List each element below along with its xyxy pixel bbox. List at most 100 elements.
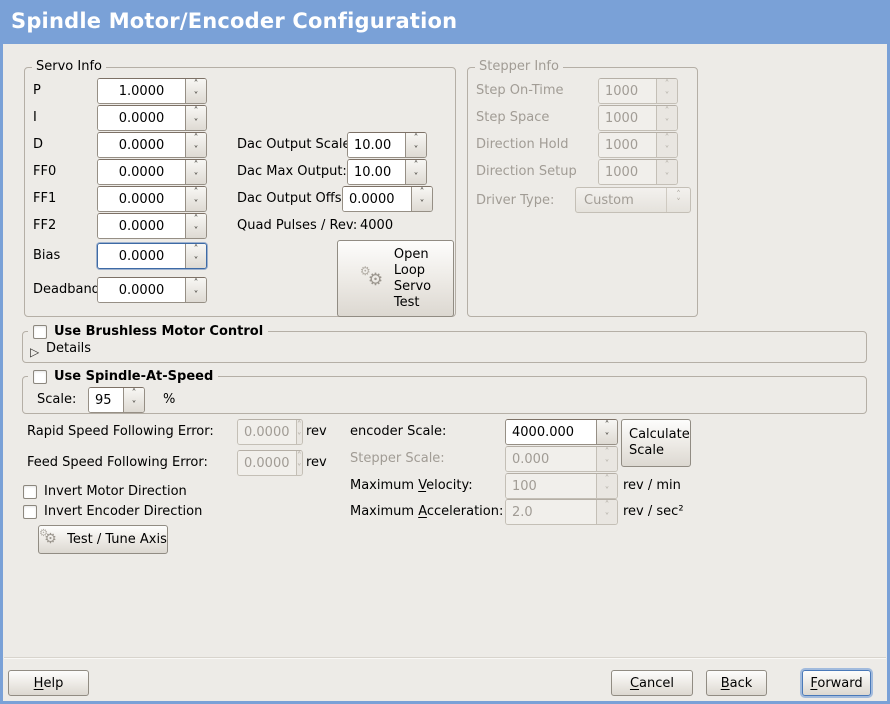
encoder-scale-input[interactable]: 4000.000 (506, 420, 596, 444)
servo-info-frame-label: Servo Info (32, 59, 106, 75)
ff2-spinbox[interactable]: 0.0000 ˄˅ (97, 213, 207, 239)
gears-icon: ⚙ ⚙ (360, 264, 390, 294)
spin-up-icon[interactable]: ˄ (186, 160, 206, 172)
details-expander[interactable]: Details (46, 339, 91, 359)
dac-max-output-input[interactable]: 10.00 (348, 160, 405, 184)
dac-max-output-spinbox[interactable]: 10.00 ˄˅ (347, 159, 427, 185)
at-speed-scale-input[interactable]: 95 (89, 388, 123, 412)
direction-setup-spinbox: 1000 ˄˅ (598, 159, 678, 185)
ff1-input[interactable]: 0.0000 (98, 187, 185, 211)
spin-up-icon[interactable]: ˄ (186, 79, 206, 91)
spin-up-icon[interactable]: ˄ (186, 244, 206, 256)
ff1-spinbox[interactable]: 0.0000 ˄˅ (97, 186, 207, 212)
back-button[interactable]: Back (706, 670, 767, 696)
p-input[interactable]: 1.0000 (98, 79, 185, 103)
spin-up-icon[interactable]: ˄ (412, 187, 432, 199)
maximum-acceleration-spinbox: 2.0 ˄˅ (505, 499, 618, 525)
ff0-input[interactable]: 0.0000 (98, 160, 185, 184)
spin-down-icon[interactable]: ˅ (186, 256, 206, 268)
stepper-scale-input: 0.000 (506, 447, 596, 471)
p-spinbox[interactable]: 1.0000 ˄˅ (97, 78, 207, 104)
spin-down-icon[interactable]: ˅ (412, 199, 432, 211)
d-spin-arrows: ˄˅ (185, 133, 206, 157)
maximum-acceleration-input: 2.0 (506, 500, 596, 524)
spin-down-icon[interactable]: ˅ (186, 118, 206, 130)
dac-output-offset-label: Dac Output Offset: (237, 186, 359, 212)
spin-up-icon[interactable]: ˄ (186, 214, 206, 226)
spindle-at-speed-frame-header: Use Spindle-At-Speed (28, 368, 218, 385)
ff1-spin-arrows: ˄˅ (185, 187, 206, 211)
help-button[interactable]: Help (8, 670, 89, 696)
ff0-spinbox[interactable]: 0.0000 ˄˅ (97, 159, 207, 185)
spin-down-icon[interactable]: ˅ (406, 145, 426, 157)
bias-spinbox[interactable]: 0.0000 ˄˅ (97, 243, 207, 269)
forward-button-label: Forward (810, 676, 862, 691)
step-on-time-input: 1000 (599, 79, 656, 103)
maximum-velocity-spinbox: 100 ˄˅ (505, 473, 618, 499)
rapid-following-error-input: 0.0000 (238, 420, 296, 444)
spin-up-icon: ˄ (297, 451, 303, 463)
spin-up-icon[interactable]: ˄ (406, 160, 426, 172)
bias-label: Bias (33, 243, 60, 269)
forward-button[interactable]: Forward (802, 670, 871, 696)
driver-type-select: Custom ˄˅ (575, 187, 691, 213)
d-spinbox[interactable]: 0.0000 ˄˅ (97, 132, 207, 158)
spindle-at-speed-frame: Use Spindle-At-Speed (22, 376, 867, 414)
dac-output-scale-input[interactable]: 10.00 (348, 133, 405, 157)
test-tune-axis-label: Test / Tune Axis (67, 532, 167, 547)
ff2-label: FF2 (33, 213, 56, 239)
invert-motor-direction-checkbox[interactable] (23, 485, 37, 499)
use-spindle-at-speed-checkbox[interactable] (33, 370, 47, 384)
back-button-label: Back (721, 676, 753, 691)
spin-down-icon[interactable]: ˅ (186, 290, 206, 302)
encoder-scale-spinbox[interactable]: 4000.000 ˄˅ (505, 419, 618, 445)
invert-encoder-direction-checkbox[interactable] (23, 505, 37, 519)
spin-up-icon[interactable]: ˄ (597, 420, 617, 432)
calculate-scale-button[interactable]: Calculate Scale (621, 419, 691, 467)
acceleration-unit-label: rev / sec² (623, 499, 684, 525)
spin-up-icon[interactable]: ˄ (186, 133, 206, 145)
ff1-label: FF1 (33, 186, 56, 212)
dac-output-offset-input[interactable]: 0.0000 (343, 187, 411, 211)
dac-output-scale-spinbox[interactable]: 10.00 ˄˅ (347, 132, 427, 158)
test-tune-axis-button[interactable]: ⚙ ⚙ Test / Tune Axis (38, 525, 168, 554)
direction-setup-input: 1000 (599, 160, 656, 184)
spin-down-icon[interactable]: ˅ (186, 145, 206, 157)
spin-down-icon[interactable]: ˅ (186, 199, 206, 211)
i-input[interactable]: 0.0000 (98, 106, 185, 130)
brushless-frame: Use Brushless Motor Control (22, 331, 867, 363)
spin-up-icon[interactable]: ˄ (186, 278, 206, 290)
page-header: Spindle Motor/Encoder Configuration (0, 0, 890, 44)
spin-up-icon[interactable]: ˄ (186, 187, 206, 199)
deadband-input[interactable]: 0.0000 (98, 278, 185, 302)
spin-down-icon[interactable]: ˅ (406, 172, 426, 184)
deadband-spinbox[interactable]: 0.0000 ˄˅ (97, 277, 207, 303)
ff2-input[interactable]: 0.0000 (98, 214, 185, 238)
spin-up-icon[interactable]: ˄ (186, 106, 206, 118)
rapid-unit-label: rev (306, 419, 327, 445)
at-speed-scale-spinbox[interactable]: 95 ˄˅ (88, 387, 145, 413)
d-input[interactable]: 0.0000 (98, 133, 185, 157)
spin-down-icon: ˅ (597, 486, 617, 498)
open-loop-servo-test-button[interactable]: ⚙ ⚙ Open Loop Servo Test (337, 240, 454, 317)
combo-arrows-icon: ˄˅ (666, 188, 690, 212)
use-brushless-checkbox[interactable] (33, 325, 47, 339)
spin-up-icon[interactable]: ˄ (124, 388, 144, 400)
spin-down-icon[interactable]: ˅ (186, 226, 206, 238)
step-space-input: 1000 (599, 106, 656, 130)
cancel-button[interactable]: Cancel (611, 670, 693, 696)
i-spinbox[interactable]: 0.0000 ˄˅ (97, 105, 207, 131)
direction-hold-input: 1000 (599, 133, 656, 157)
feed-following-error-spinbox: 0.0000 ˄˅ (237, 450, 303, 476)
dac-max-output-label: Dac Max Output: (237, 159, 347, 185)
spin-down-icon[interactable]: ˅ (186, 91, 206, 103)
spin-up-icon[interactable]: ˄ (406, 133, 426, 145)
spin-down-icon[interactable]: ˅ (186, 172, 206, 184)
spin-down-icon[interactable]: ˅ (597, 432, 617, 444)
quad-pulses-label: Quad Pulses / Rev: (237, 213, 357, 239)
dac-offset-spin-arrows: ˄˅ (411, 187, 432, 211)
dac-output-offset-spinbox[interactable]: 0.0000 ˄˅ (342, 186, 433, 212)
bias-input[interactable]: 0.0000 (98, 244, 185, 268)
spin-down-icon[interactable]: ˅ (124, 400, 144, 412)
expander-right-icon[interactable]: ▷ (30, 345, 39, 359)
